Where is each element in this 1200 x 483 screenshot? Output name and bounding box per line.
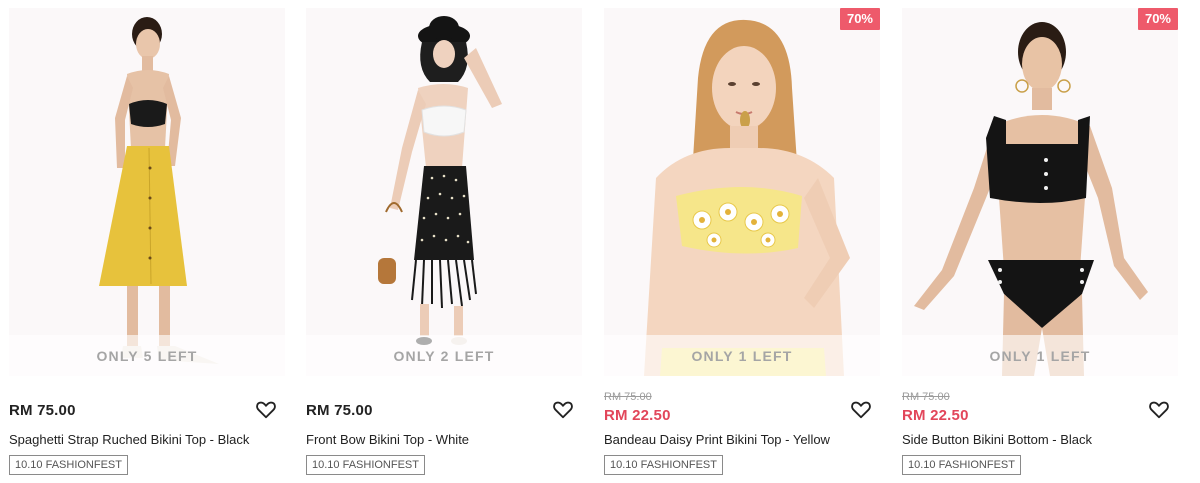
- product-name[interactable]: Spaghetti Strap Ruched Bikini Top - Blac…: [9, 432, 249, 447]
- model-photo: [99, 17, 219, 364]
- stock-label: ONLY 1 LEFT: [902, 335, 1178, 376]
- price: RM 75.00: [9, 402, 76, 419]
- product-grid: ONLY 5 LEFT RM 75.00 Spaghetti Strap Ruc…: [0, 0, 1200, 483]
- original-price: RM 75.00: [604, 391, 652, 403]
- product-image[interactable]: 70% ONLY 1 LEFT: [604, 8, 880, 376]
- original-price: RM 75.00: [902, 391, 950, 403]
- discount-badge: 70%: [839, 8, 880, 30]
- product-card[interactable]: 70% ONLY 1 LEFT RM 75.00 RM 22.50 Bandea…: [604, 8, 880, 483]
- stock-label: ONLY 5 LEFT: [9, 335, 285, 376]
- product-image[interactable]: 70% ONLY 1 LEFT: [902, 8, 1178, 376]
- heart-outline-icon[interactable]: [255, 398, 277, 420]
- product-image[interactable]: ONLY 5 LEFT: [9, 8, 285, 376]
- price: RM 75.00: [306, 402, 373, 419]
- model-photo: [644, 19, 850, 376]
- product-card[interactable]: ONLY 2 LEFT RM 75.00 Front Bow Bikini To…: [306, 8, 582, 483]
- sale-price: RM 22.50: [902, 407, 969, 424]
- heart-outline-icon[interactable]: [850, 398, 872, 420]
- heart-outline-icon[interactable]: [552, 398, 574, 420]
- promo-tag: 10.10 FASHIONFEST: [902, 455, 1021, 475]
- discount-badge: 70%: [1137, 8, 1178, 30]
- heart-outline-icon[interactable]: [1148, 398, 1170, 420]
- promo-tag: 10.10 FASHIONFEST: [9, 455, 128, 475]
- sale-price: RM 22.50: [604, 407, 671, 424]
- promo-tag: 10.10 FASHIONFEST: [306, 455, 425, 475]
- product-name[interactable]: Front Bow Bikini Top - White: [306, 432, 469, 447]
- promo-tag: 10.10 FASHIONFEST: [604, 455, 723, 475]
- product-image[interactable]: ONLY 2 LEFT: [306, 8, 582, 376]
- product-name[interactable]: Bandeau Daisy Print Bikini Top - Yellow: [604, 432, 830, 447]
- product-card[interactable]: 70% ONLY 1 LEFT RM 75.00 RM 22.50 Side B…: [902, 8, 1178, 483]
- product-card[interactable]: ONLY 5 LEFT RM 75.00 Spaghetti Strap Ruc…: [9, 8, 285, 483]
- product-name[interactable]: Side Button Bikini Bottom - Black: [902, 432, 1092, 447]
- stock-label: ONLY 1 LEFT: [604, 335, 880, 376]
- model-photo: [914, 22, 1148, 376]
- stock-label: ONLY 2 LEFT: [306, 335, 582, 376]
- model-photo: [378, 16, 502, 345]
